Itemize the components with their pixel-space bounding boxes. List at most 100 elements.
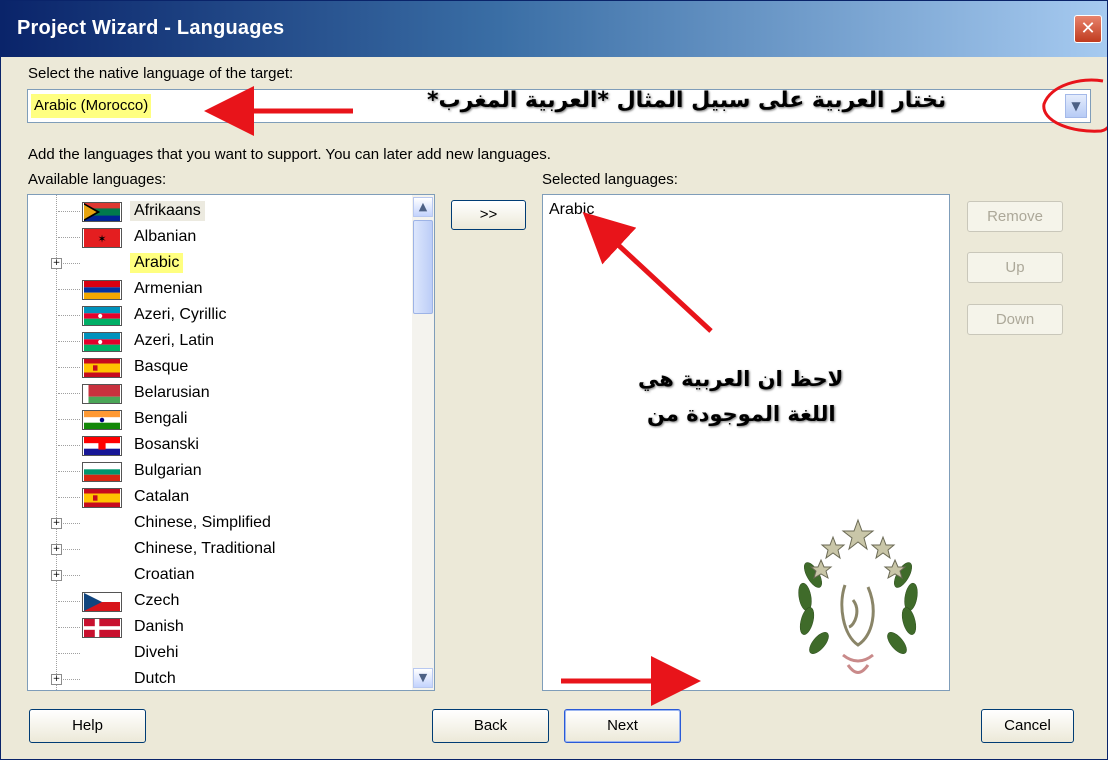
list-item[interactable]: Czech	[28, 588, 408, 614]
list-item-label: Bulgarian	[134, 462, 202, 479]
flag-icon	[82, 358, 122, 378]
remove-button[interactable]: Remove	[967, 201, 1063, 232]
list-item-label: Albanian	[134, 228, 197, 245]
tree-connector	[58, 393, 80, 394]
flag-icon	[82, 410, 122, 430]
flag-icon	[82, 462, 122, 482]
list-item-label: Croatian	[134, 566, 195, 583]
list-item[interactable]: Bosanski	[28, 432, 408, 458]
expand-icon[interactable]: +	[51, 544, 62, 555]
list-item-label: Danish	[134, 618, 184, 635]
available-languages-list[interactable]: Afrikaans ✶ Albanian + Arabic Armenian Azeri, …	[27, 194, 435, 691]
list-item[interactable]: Bulgarian	[28, 458, 408, 484]
svg-text:✶: ✶	[97, 233, 106, 246]
list-item-label: Arabic	[130, 253, 184, 273]
tree-connector	[58, 653, 80, 654]
native-language-label: Select the native language of the target…	[28, 65, 294, 82]
tree-connector	[58, 497, 80, 498]
tree-connector	[58, 445, 80, 446]
emblem-logo	[798, 518, 918, 674]
list-item-label: Bosanski	[134, 436, 199, 453]
add-language-button[interactable]: >>	[451, 200, 526, 230]
back-button[interactable]: Back	[432, 709, 549, 743]
flag-icon	[82, 332, 122, 352]
tree-connector	[58, 289, 80, 290]
list-item-label: Azeri, Latin	[134, 332, 215, 349]
selected-note-line1: لاحظ ان العربية هي	[638, 367, 844, 391]
list-item[interactable]: Catalan	[28, 484, 408, 510]
selected-languages-label: Selected languages:	[542, 171, 678, 188]
flag-icon	[82, 306, 122, 326]
available-languages-label: Available languages:	[28, 171, 167, 188]
title-bar[interactable]: Project Wizard - Languages ✕	[1, 1, 1107, 57]
list-item-label: Catalan	[134, 488, 190, 505]
tree-connector	[58, 471, 80, 472]
list-item[interactable]: Belarusian	[28, 380, 408, 406]
flag-icon	[82, 592, 122, 612]
tree-connector	[58, 367, 80, 368]
cancel-button[interactable]: Cancel	[981, 709, 1074, 743]
list-item-label: Afrikaans	[130, 201, 205, 221]
list-item[interactable]: Azeri, Latin	[28, 328, 408, 354]
list-item[interactable]: + Chinese, Simplified	[28, 510, 408, 536]
tree-connector	[58, 419, 80, 420]
list-item-label: Belarusian	[134, 384, 210, 401]
flag-icon	[82, 618, 122, 638]
list-item-label: Divehi	[134, 644, 179, 661]
down-button[interactable]: Down	[967, 304, 1063, 335]
flag-icon	[82, 202, 122, 222]
selected-note-line2: اللغة الموجودة من	[647, 402, 836, 426]
tree-connector	[58, 601, 80, 602]
flag-icon	[82, 488, 122, 508]
list-item[interactable]: Basque	[28, 354, 408, 380]
available-list-scrollbar[interactable]: ▲ ▼	[412, 195, 434, 690]
scroll-up-icon[interactable]: ▲	[413, 197, 433, 217]
selected-languages-list[interactable]: Arabic لاحظ ان العربية هي اللغة الموجودة…	[542, 194, 950, 691]
list-item[interactable]: + Chinese, Traditional	[28, 536, 408, 562]
list-item[interactable]: Afrikaans	[28, 198, 408, 224]
native-language-value: Arabic (Morocco)	[31, 94, 152, 118]
flag-icon	[82, 436, 122, 456]
scroll-thumb[interactable]	[413, 220, 433, 314]
chevron-down-icon[interactable]: ▼	[1065, 94, 1087, 118]
selected-language-item[interactable]: Arabic	[549, 201, 594, 219]
list-item-label: Basque	[134, 358, 189, 375]
flag-icon	[82, 280, 122, 300]
tree-connector	[58, 237, 80, 238]
close-button[interactable]: ✕	[1074, 15, 1102, 43]
next-button[interactable]: Next	[564, 709, 681, 743]
list-item[interactable]: Bengali	[28, 406, 408, 432]
list-item[interactable]: + Croatian	[28, 562, 408, 588]
list-item[interactable]: ✶ Albanian	[28, 224, 408, 250]
expand-icon[interactable]: +	[51, 258, 62, 269]
help-button[interactable]: Help	[29, 709, 146, 743]
window-title: Project Wizard - Languages	[17, 17, 285, 39]
list-item-label: Czech	[134, 592, 180, 609]
list-item[interactable]: Divehi	[28, 640, 408, 666]
tree-connector	[58, 341, 80, 342]
list-item-label: Azeri, Cyrillic	[134, 306, 227, 323]
list-item-label: Chinese, Traditional	[134, 540, 276, 557]
flag-icon	[82, 384, 122, 404]
expand-icon[interactable]: +	[51, 674, 62, 685]
list-item[interactable]: + Arabic	[28, 250, 408, 276]
list-item[interactable]: Danish	[28, 614, 408, 640]
flag-icon: ✶	[82, 228, 122, 248]
list-item-label: Dutch	[134, 670, 176, 687]
list-item[interactable]: + Dutch	[28, 666, 408, 690]
list-item[interactable]: Azeri, Cyrillic	[28, 302, 408, 328]
list-item-label: Bengali	[134, 410, 188, 427]
scroll-down-icon[interactable]: ▼	[413, 668, 433, 688]
project-wizard-dialog: Project Wizard - Languages ✕ Select the …	[0, 0, 1108, 760]
native-language-note: نختار العربية على سبيل المثال *العربية ا…	[427, 88, 947, 113]
tree-connector	[58, 211, 80, 212]
instructions-text: Add the languages that you want to suppo…	[28, 146, 551, 163]
expand-icon[interactable]: +	[51, 518, 62, 529]
tree-connector	[58, 627, 80, 628]
list-item-label: Chinese, Simplified	[134, 514, 271, 531]
expand-icon[interactable]: +	[51, 570, 62, 581]
list-item[interactable]: Armenian	[28, 276, 408, 302]
up-button[interactable]: Up	[967, 252, 1063, 283]
list-item-label: Armenian	[134, 280, 203, 297]
tree-connector	[58, 315, 80, 316]
